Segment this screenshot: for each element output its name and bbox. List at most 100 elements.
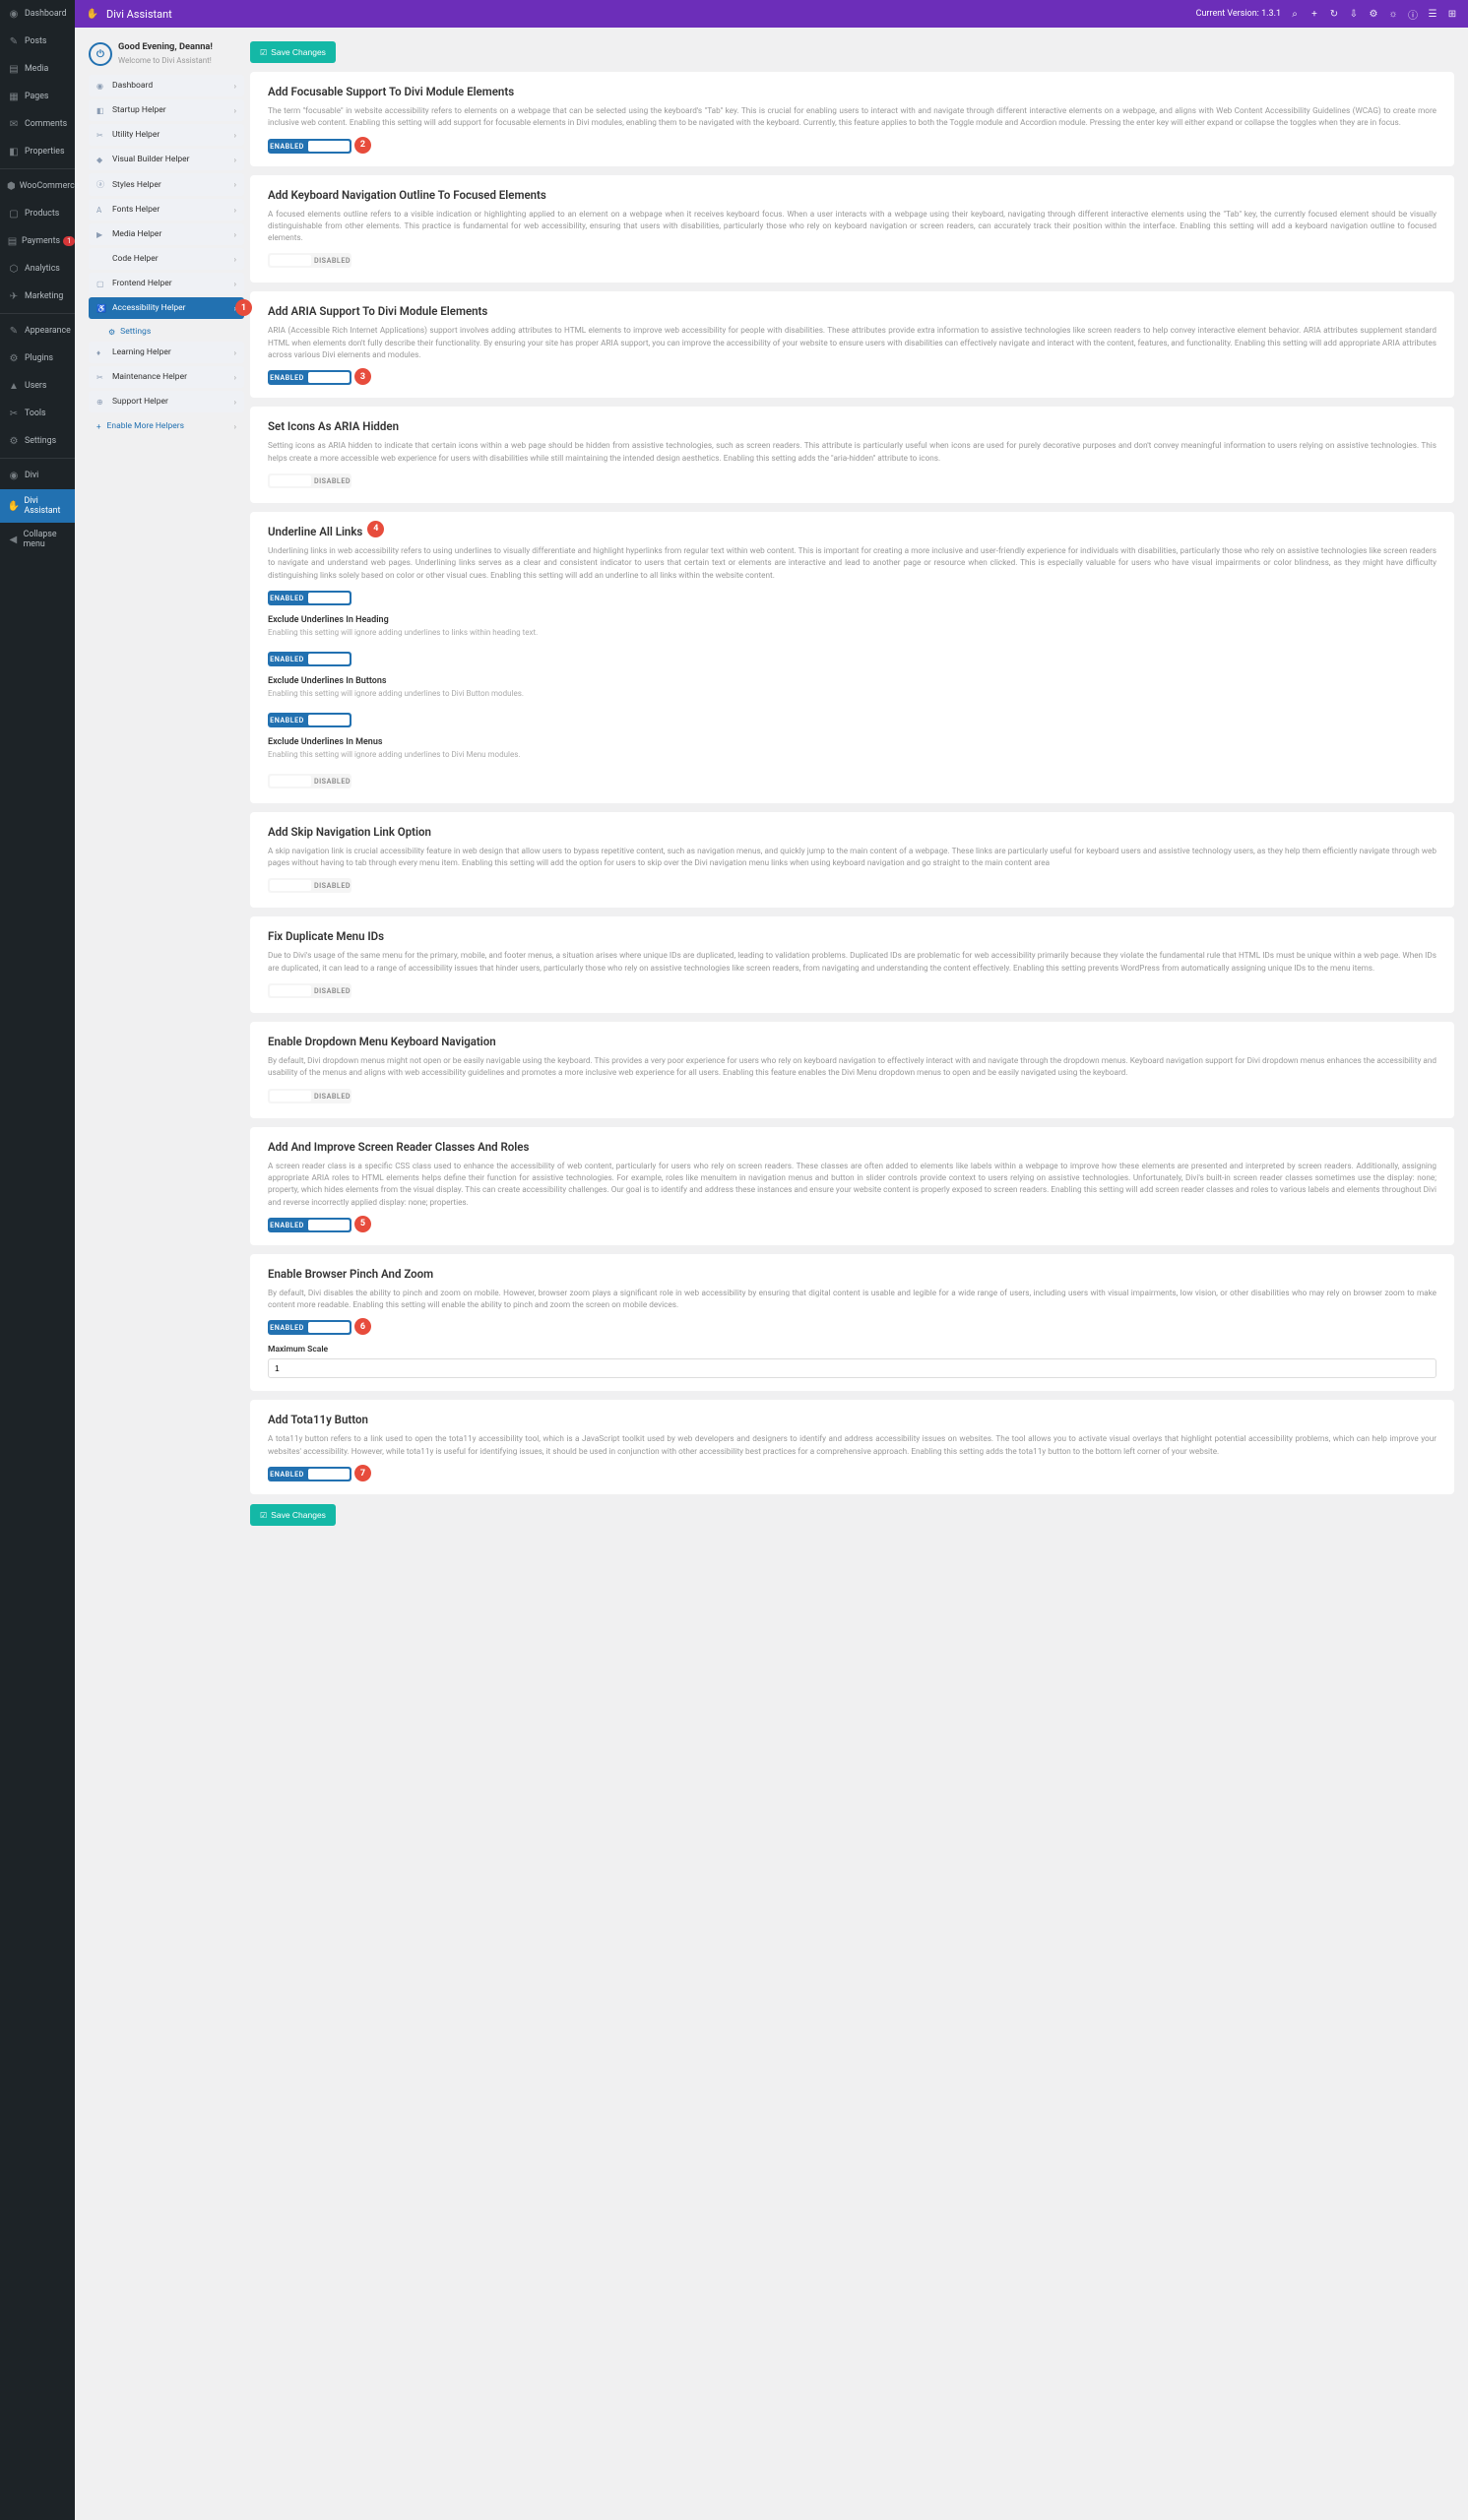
annotation-badge: 3 [354, 368, 371, 385]
wp-menu-plugins[interactable]: ⚙Plugins [0, 345, 75, 372]
chevron-right-icon: › [234, 422, 236, 431]
setting-card: Add ARIA Support To Divi Module Elements… [250, 291, 1454, 398]
helper-maintenance-helper[interactable]: ✂Maintenance Helper› [89, 366, 244, 388]
helper-sub-settings[interactable]: ⚙Settings [89, 322, 244, 342]
menu-icon: ▤ [7, 62, 21, 76]
wp-menu-divi-assistant[interactable]: ✋Divi Assistant [0, 489, 75, 523]
wp-menu-media[interactable]: ▤Media [0, 55, 75, 83]
save-changes-button-bottom[interactable]: ☑ Save Changes [250, 1504, 336, 1526]
setting-title: Add ARIA Support To Divi Module Elements [268, 304, 487, 318]
save-icon: ☑ [260, 48, 267, 57]
toggle-switch[interactable]: ENABLED [268, 1467, 351, 1481]
helper-icon: ♦ [96, 348, 106, 357]
sub-setting-note: Enabling this setting will ignore adding… [268, 689, 1436, 698]
toggle-switch[interactable]: ENABLED [268, 652, 351, 666]
wp-menu-settings[interactable]: ⚙Settings [0, 427, 75, 455]
toggle-switch[interactable]: DISABLED [268, 878, 351, 893]
wp-menu-dashboard[interactable]: ◉Dashboard [0, 0, 75, 28]
toggle-switch[interactable]: ENABLED [268, 1218, 351, 1232]
annotation-badge: 6 [354, 1318, 371, 1335]
helper-media-helper[interactable]: ▶Media Helper› [89, 223, 244, 245]
wp-menu-collapse-menu[interactable]: ◀Collapse menu [0, 523, 75, 556]
expand-icon[interactable]: ⊞ [1446, 8, 1458, 20]
helper-learning-helper[interactable]: ♦Learning Helper› [89, 342, 244, 363]
plus-icon[interactable]: + [1308, 8, 1320, 20]
chevron-right-icon: › [234, 280, 236, 288]
menu-icon: ◉ [7, 469, 21, 482]
helper-icon: ◉ [96, 82, 106, 91]
helper-fonts-helper[interactable]: AFonts Helper› [89, 199, 244, 220]
sub-setting-note: Enabling this setting will ignore adding… [268, 628, 1436, 637]
gear-icon[interactable]: ⚙ [1368, 8, 1379, 20]
toggle-switch[interactable]: ENABLED [268, 1320, 351, 1335]
helper-utility-helper[interactable]: ✂Utility Helper› [89, 124, 244, 146]
helper-frontend-helper[interactable]: ▢Frontend Helper› [89, 273, 244, 294]
wp-menu-woocommerce[interactable]: ⬢WooCommerce [0, 172, 75, 200]
wp-menu-properties[interactable]: ◧Properties [0, 138, 75, 165]
wp-menu-tools[interactable]: ✂Tools [0, 400, 75, 427]
helper-styles-helper[interactable]: ⓐStyles Helper› [89, 173, 244, 196]
chevron-right-icon: › [234, 131, 236, 140]
setting-card: Fix Duplicate Menu IDsDue to Divi's usag… [250, 916, 1454, 1013]
download-icon[interactable]: ⇩ [1348, 8, 1360, 20]
wp-menu-marketing[interactable]: ✈Marketing [0, 283, 75, 310]
toggle-switch[interactable]: ENABLED [268, 591, 351, 605]
wp-menu-users[interactable]: ▲Users [0, 372, 75, 400]
setting-title: Enable Browser Pinch And Zoom [268, 1267, 433, 1281]
setting-description: By default, Divi dropdown menus might no… [268, 1055, 1436, 1080]
annotation-badge: 2 [354, 137, 371, 154]
setting-title: Add Skip Navigation Link Option [268, 825, 431, 839]
enable-more-helpers[interactable]: + Enable More Helpers › [89, 415, 244, 437]
sun-icon[interactable]: ☼ [1387, 8, 1399, 20]
helper-side-panel: ⏻ Good Evening, Deanna! Welcome to Divi … [89, 41, 244, 437]
setting-title: Add Tota11y Button [268, 1413, 368, 1426]
search-icon[interactable]: ⌕ [1289, 8, 1301, 20]
list-icon[interactable]: ☰ [1427, 8, 1438, 20]
toggle-switch[interactable]: ENABLED [268, 139, 351, 154]
wp-menu-products[interactable]: ▢Products [0, 200, 75, 227]
helper-dashboard[interactable]: ◉Dashboard› [89, 75, 244, 96]
wp-menu-posts[interactable]: ✎Posts [0, 28, 75, 55]
helper-icon: ✂ [96, 373, 106, 382]
wp-menu-divi[interactable]: ◉Divi [0, 462, 75, 489]
refresh-icon[interactable]: ↻ [1328, 8, 1340, 20]
wp-menu-payments[interactable]: ▤Payments1 [0, 227, 75, 255]
helper-icon: A [96, 206, 106, 215]
menu-icon: ▦ [7, 90, 21, 103]
toggle-switch[interactable]: DISABLED [268, 473, 351, 488]
wp-menu-pages[interactable]: ▦Pages [0, 83, 75, 110]
chevron-right-icon: › [234, 106, 236, 115]
plugin-topbar: ✋ Divi Assistant Current Version: 1.3.1 … [75, 0, 1468, 28]
helper-icon: ⊕ [96, 398, 106, 407]
toggle-switch[interactable]: ENABLED [268, 713, 351, 727]
helper-support-helper[interactable]: ⊕Support Helper› [89, 391, 244, 412]
helper-accessibility-helper[interactable]: ♿Accessibility Helper›1 [89, 297, 244, 319]
toggle-switch[interactable]: ENABLED [268, 370, 351, 385]
toggle-switch[interactable]: DISABLED [268, 1089, 351, 1103]
save-icon: ☑ [260, 1511, 267, 1520]
setting-description: A skip navigation link is crucial access… [268, 846, 1436, 870]
helper-startup-helper[interactable]: ◧Startup Helper› [89, 99, 244, 121]
toggle-switch[interactable]: DISABLED [268, 983, 351, 998]
info-icon[interactable]: ⓘ [1407, 8, 1419, 20]
setting-card: Add Keyboard Navigation Outline To Focus… [250, 175, 1454, 284]
setting-card: Underline All Links4Underlining links in… [250, 512, 1454, 803]
setting-card: Enable Browser Pinch And ZoomBy default,… [250, 1254, 1454, 1392]
wp-menu-appearance[interactable]: ✎Appearance [0, 317, 75, 345]
helper-visual-builder-helper[interactable]: ◆Visual Builder Helper› [89, 149, 244, 170]
chevron-right-icon: › [234, 156, 236, 164]
hand-icon: ✋ [85, 6, 100, 22]
helper-code-helper[interactable]: Code Helper› [89, 248, 244, 270]
version-label: Current Version: 1.3.1 [1196, 9, 1281, 19]
wp-menu-analytics[interactable]: ⬡Analytics [0, 255, 75, 283]
annotation-badge: 1 [235, 299, 252, 316]
badge: 1 [63, 236, 75, 246]
sub-setting-title: Exclude Underlines In Heading [268, 615, 1436, 625]
save-changes-button[interactable]: ☑ Save Changes [250, 41, 336, 63]
toggle-switch[interactable]: DISABLED [268, 774, 351, 788]
setting-title: Underline All Links4 [268, 525, 362, 538]
wp-menu-comments[interactable]: ✉Comments [0, 110, 75, 138]
max-scale-input[interactable] [268, 1358, 1436, 1378]
toggle-switch[interactable]: DISABLED [268, 253, 351, 268]
greeting-sub: Welcome to Divi Assistant! [118, 56, 212, 65]
